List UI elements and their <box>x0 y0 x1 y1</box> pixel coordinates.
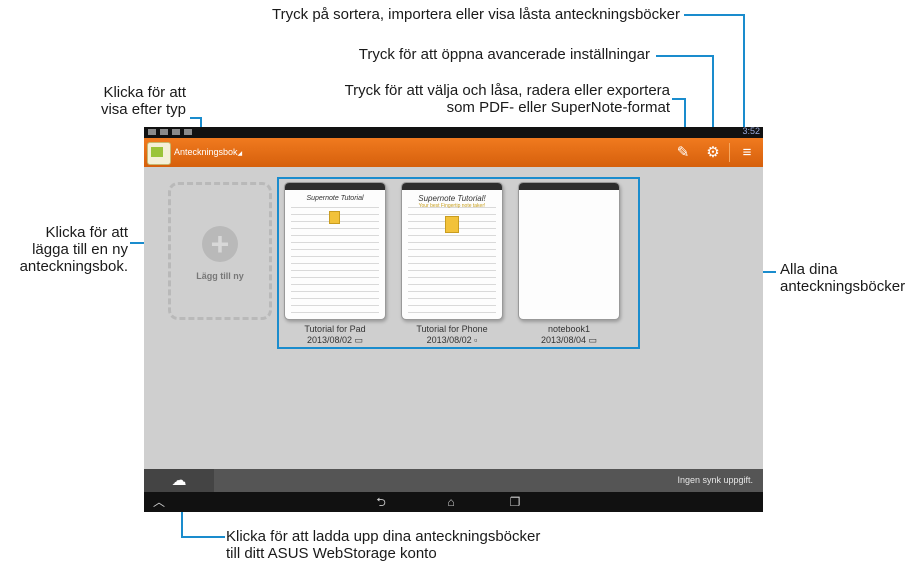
menu-icon: ≡ <box>742 144 752 161</box>
add-new-notebook[interactable]: + Lägg till ny <box>168 182 272 320</box>
callout-sort-import: Tryck på sortera, importera eller visa l… <box>272 6 680 23</box>
notebook-cover <box>518 182 620 320</box>
spiral-binding <box>519 183 619 190</box>
callout-upload-line1: Klicka för att ladda upp dina anteckning… <box>226 528 541 545</box>
cover-title: Supernote Tutorial <box>306 195 364 202</box>
callout-select-lock-line2: som PDF- eller SuperNote-format <box>446 99 670 116</box>
spiral-binding <box>285 183 385 190</box>
callout-add-new-line2: lägga till en ny <box>32 241 128 258</box>
menu-button[interactable]: ≡ <box>736 142 758 163</box>
notepad-icon <box>445 216 459 233</box>
status-bar: 3:52 <box>144 127 763 138</box>
status-time: 3:52 <box>742 127 760 136</box>
chevron-down-icon: ◢ <box>237 151 243 157</box>
edit-select-icon: ✎ <box>676 144 690 161</box>
calendar-icon: ▭ <box>354 335 364 345</box>
bottom-bar: ☁ Ingen synk uppgift. <box>144 469 763 492</box>
notebook-cover: Supernote Tutorial <box>284 182 386 320</box>
callout-add-new: Klicka för att lägga till en ny anteckni… <box>0 224 128 275</box>
home-icon: ⌂ <box>447 495 455 509</box>
edit-select-button[interactable]: ✎ <box>672 142 694 163</box>
callout-add-new-line1: Klicka för att <box>45 224 128 241</box>
callout-select-lock: Tryck för att välja och låsa, radera ell… <box>220 82 670 116</box>
spiral-binding <box>402 183 502 190</box>
callout-add-new-line3: anteckningsbok. <box>19 258 128 275</box>
cover-title: Supernote Tutorial! <box>418 194 486 203</box>
lock-icon: ▫ <box>474 335 478 345</box>
notebook-date: 2013/08/02 ▭ <box>306 335 364 345</box>
cloud-upload-button[interactable]: ☁ <box>144 469 214 492</box>
mail-icon <box>172 129 180 135</box>
notebook-cover: Supernote Tutorial! Your best Fingertip … <box>401 182 503 320</box>
notebook-name: Tutorial for Phone <box>416 324 488 334</box>
mail-icon <box>184 129 192 135</box>
callout-upload-line2: till ditt ASUS WebStorage konto <box>226 545 437 562</box>
plus-icon: + <box>202 226 238 262</box>
tablet-screen: 3:52 Anteckningsbok◢ ✎ ⚙ ≡ + Lägg till n… <box>144 127 763 512</box>
callout-all-notebooks: Alla dina anteckningsböcker <box>780 261 915 295</box>
recent-apps-button[interactable]: ❐ <box>504 494 526 510</box>
recent-apps-icon: ❐ <box>509 495 521 509</box>
sync-status: Ingen synk uppgift. <box>677 475 753 485</box>
action-divider <box>729 143 730 162</box>
hide-bar-button[interactable]: ︿ <box>148 494 170 510</box>
notification-icon <box>148 129 156 135</box>
cover-subtitle: Your best Fingertip note taker! <box>418 203 486 209</box>
callout-upload: Klicka för att ladda upp dina anteckning… <box>226 528 646 562</box>
callout-view-by-type-line1: Klicka för att <box>103 84 186 101</box>
notebook-date: 2013/08/02 ▫ <box>426 335 478 345</box>
add-new-label: Lägg till ny <box>196 271 244 281</box>
cloud-settings-icon: ☁ <box>171 472 187 489</box>
type-dropdown-label: Anteckningsbok <box>174 147 238 157</box>
navigation-bar: ︿ ⮌ ⌂ ❐ <box>144 492 763 512</box>
back-icon: ⮌ <box>376 495 386 509</box>
callout-all-notebooks-line2: anteckningsböcker <box>780 278 906 295</box>
supernote-app-icon <box>147 142 171 165</box>
notebook-date: 2013/08/04 ▭ <box>540 335 598 345</box>
home-button[interactable]: ⌂ <box>440 494 462 510</box>
gallery-icon <box>160 129 168 135</box>
callout-view-by-type-line2: visa efter typ <box>100 101 186 118</box>
leader-upload-h <box>181 536 225 538</box>
notebook-name: notebook1 <box>547 324 591 334</box>
calendar-icon: ▭ <box>588 335 598 345</box>
settings-button[interactable]: ⚙ <box>702 142 724 163</box>
notebook-name: Tutorial for Pad <box>304 324 366 334</box>
gear-icon: ⚙ <box>706 144 720 161</box>
chevron-up-icon: ︿ <box>152 495 165 509</box>
back-button[interactable]: ⮌ <box>370 494 392 510</box>
callout-advanced-settings: Tryck för att öppna avancerade inställni… <box>358 46 650 63</box>
callout-select-lock-line1: Tryck för att välja och låsa, radera ell… <box>344 82 670 99</box>
action-bar: Anteckningsbok◢ ✎ ⚙ ≡ <box>144 138 763 167</box>
leader-settings-h <box>656 55 714 57</box>
notepad-icon <box>329 211 340 224</box>
callout-view-by-type: Klicka för att visa efter typ <box>60 84 186 118</box>
callout-all-notebooks-line1: Alla dina <box>780 261 838 278</box>
leader-sort-import-h <box>684 14 745 16</box>
type-dropdown[interactable]: Anteckningsbok◢ <box>174 147 242 157</box>
